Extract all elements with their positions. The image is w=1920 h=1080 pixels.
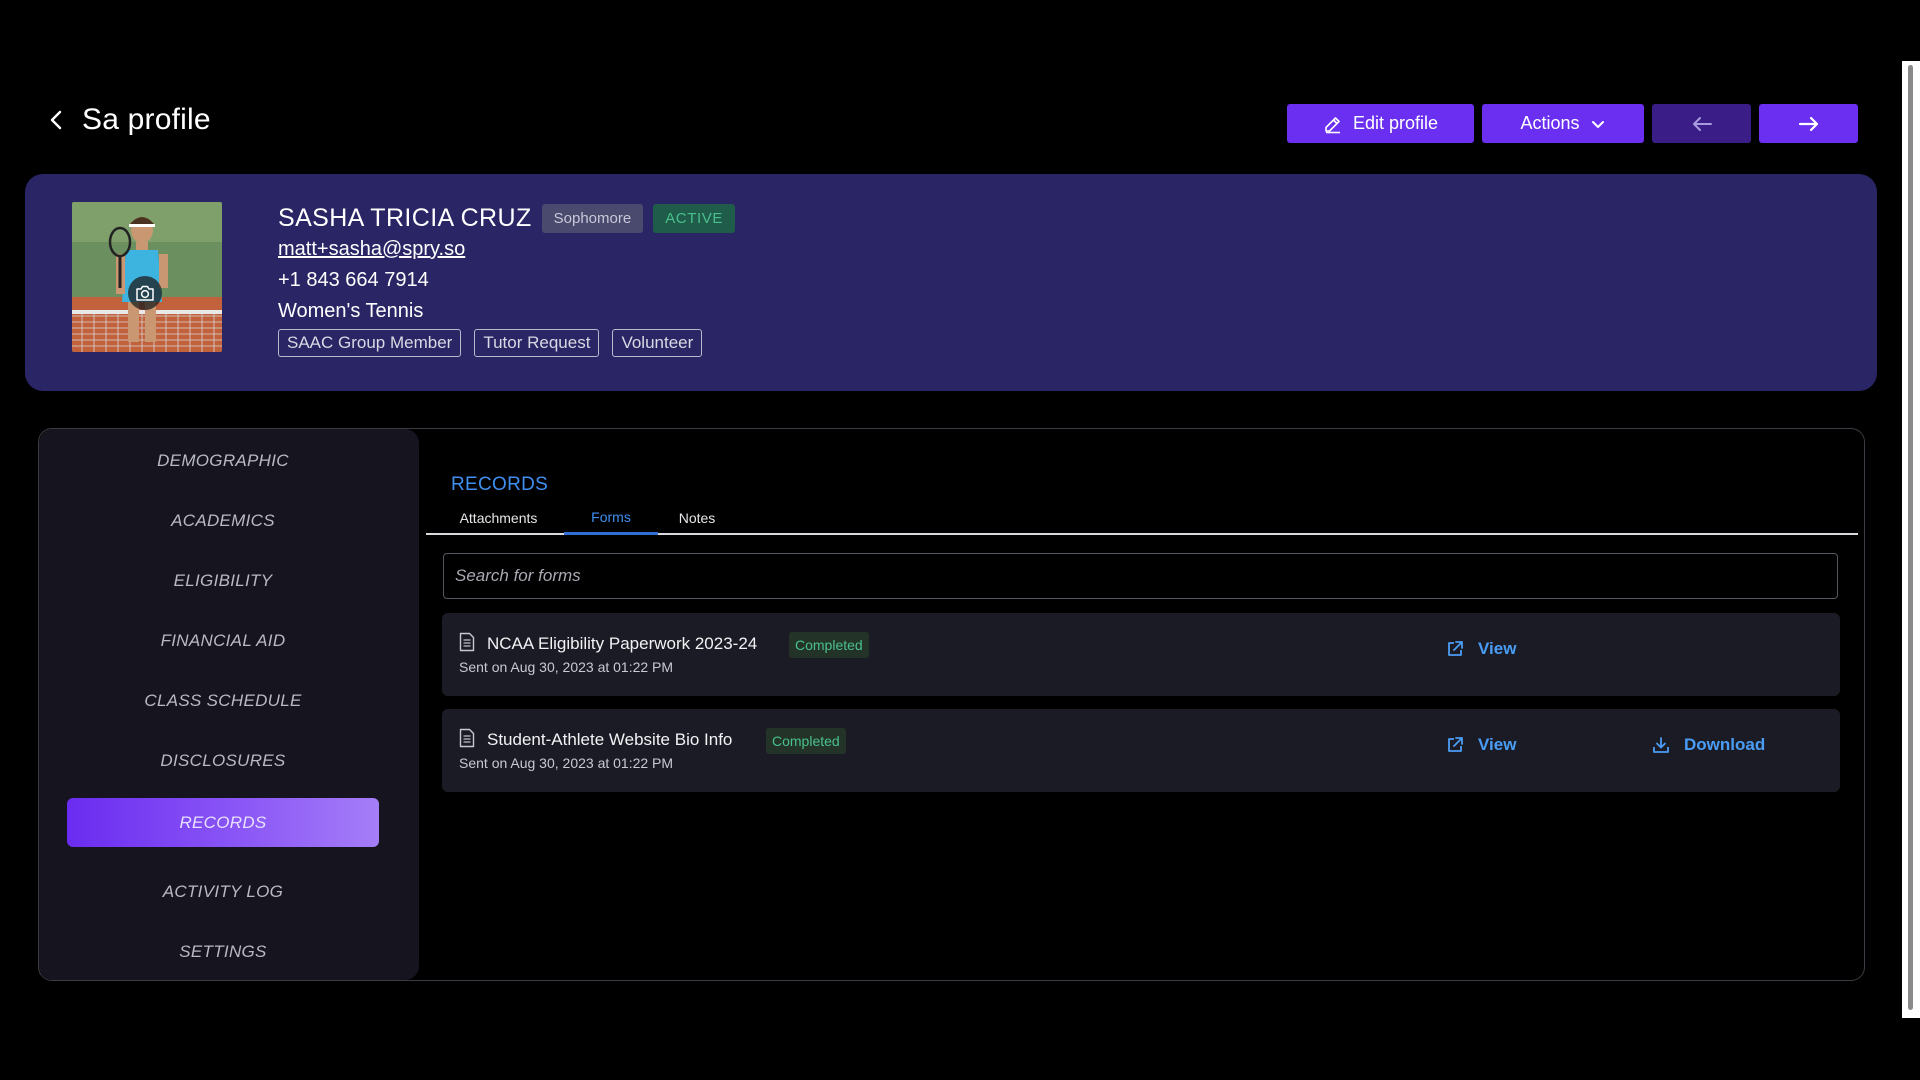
form-status-badge: Completed xyxy=(789,632,869,658)
tab-notes[interactable]: Notes xyxy=(671,501,723,535)
tag-saac-group-member: SAAC Group Member xyxy=(278,329,462,357)
view-form-button[interactable]: View xyxy=(1446,735,1516,755)
sidebar-item-activity-log[interactable]: ACTIVITY LOG xyxy=(67,867,379,916)
form-row: NCAA Eligibility Paperwork 2023-24 Compl… xyxy=(442,613,1840,696)
search-box[interactable] xyxy=(443,553,1838,599)
download-label: Download xyxy=(1684,735,1766,754)
next-athlete-button[interactable] xyxy=(1759,104,1858,143)
sidebar-item-financial-aid[interactable]: FINANCIAL AID xyxy=(67,616,379,665)
view-label: View xyxy=(1478,735,1517,754)
tag-volunteer: Volunteer xyxy=(612,329,703,357)
chevron-left-icon xyxy=(50,110,62,130)
change-photo-button[interactable] xyxy=(128,276,162,310)
view-form-button[interactable]: View xyxy=(1446,639,1516,659)
edit-profile-button[interactable]: Edit profile xyxy=(1287,104,1474,143)
view-label: View xyxy=(1478,639,1517,658)
document-icon xyxy=(459,632,475,652)
arrow-left-icon xyxy=(1692,116,1712,131)
sport-label: Women's Tennis xyxy=(278,300,424,322)
athlete-name: SASHA TRICIA CRUZ xyxy=(278,203,532,232)
records-content: RECORDS Attachments Forms Notes NCAA Eli… xyxy=(419,429,1864,980)
scrollbar-thumb[interactable] xyxy=(1908,65,1913,1010)
form-name: NCAA Eligibility Paperwork 2023-24 xyxy=(487,634,758,653)
records-tabs: Attachments Forms Notes xyxy=(426,501,1858,535)
tab-forms[interactable]: Forms xyxy=(564,501,658,535)
status-badge: ACTIVE xyxy=(653,203,735,233)
back-button[interactable] xyxy=(44,100,68,140)
page-scrollbar[interactable] xyxy=(1902,61,1920,1018)
page-title: Sa profile xyxy=(82,103,211,136)
email-link[interactable]: matt+sasha@spry.so xyxy=(278,238,735,261)
sidebar-item-demographic[interactable]: DEMOGRAPHIC xyxy=(67,436,379,485)
tag-tutor-request: Tutor Request xyxy=(474,329,600,357)
search-input[interactable] xyxy=(455,566,1826,586)
profile-card: SASHA TRICIA CRUZ Sophomore ACTIVE matt+… xyxy=(25,174,1877,391)
sidebar-item-records[interactable]: RECORDS xyxy=(67,798,379,847)
tab-attachments[interactable]: Attachments xyxy=(451,501,546,535)
tag-list: SAAC Group Member Tutor Request Voluntee… xyxy=(278,329,735,357)
external-link-icon xyxy=(1448,641,1463,656)
form-row: Student-Athlete Website Bio Info Complet… xyxy=(442,709,1840,792)
records-title: RECORDS xyxy=(451,474,549,495)
download-form-button[interactable]: Download xyxy=(1652,735,1765,755)
sidebar: DEMOGRAPHIC ACADEMICS ELIGIBILITY FINANC… xyxy=(39,429,419,980)
sidebar-item-academics[interactable]: ACADEMICS xyxy=(67,496,379,545)
actions-label: Actions xyxy=(1520,113,1580,133)
arrow-right-icon xyxy=(1798,116,1818,131)
form-status-badge: Completed xyxy=(766,728,846,754)
document-icon xyxy=(459,728,475,748)
previous-athlete-button[interactable] xyxy=(1652,104,1751,143)
form-sent-date: Sent on Aug 30, 2023 at 01:22 PM xyxy=(459,755,674,771)
sidebar-item-disclosures[interactable]: DISCLOSURES xyxy=(67,736,379,785)
actions-dropdown-button[interactable]: Actions xyxy=(1482,104,1644,143)
page-header: Sa profile xyxy=(44,96,404,144)
name-row: SASHA TRICIA CRUZ Sophomore ACTIVE xyxy=(278,202,735,234)
class-year-badge: Sophomore xyxy=(541,203,644,233)
download-icon xyxy=(1653,737,1669,753)
phone-number: +1 843 664 7914 xyxy=(278,269,429,291)
form-sent-date: Sent on Aug 30, 2023 at 01:22 PM xyxy=(459,659,674,675)
sidebar-item-class-schedule[interactable]: CLASS SCHEDULE xyxy=(67,676,379,725)
profile-info: SASHA TRICIA CRUZ Sophomore ACTIVE matt+… xyxy=(278,202,735,357)
sidebar-item-eligibility[interactable]: ELIGIBILITY xyxy=(67,556,379,605)
sidebar-item-settings[interactable]: SETTINGS xyxy=(67,927,379,976)
chevron-down-icon xyxy=(1591,120,1604,128)
toolbar: Edit profile Actions xyxy=(1287,104,1858,143)
edit-profile-label: Edit profile xyxy=(1352,113,1439,133)
page: Sa profile Edit profile Actions SASHA TR… xyxy=(0,0,1920,1080)
pencil-icon xyxy=(1325,116,1340,133)
form-name: Student-Athlete Website Bio Info xyxy=(487,730,733,749)
camera-icon xyxy=(136,285,154,301)
external-link-icon xyxy=(1448,737,1463,752)
main-panel: DEMOGRAPHIC ACADEMICS ELIGIBILITY FINANC… xyxy=(38,428,1865,981)
